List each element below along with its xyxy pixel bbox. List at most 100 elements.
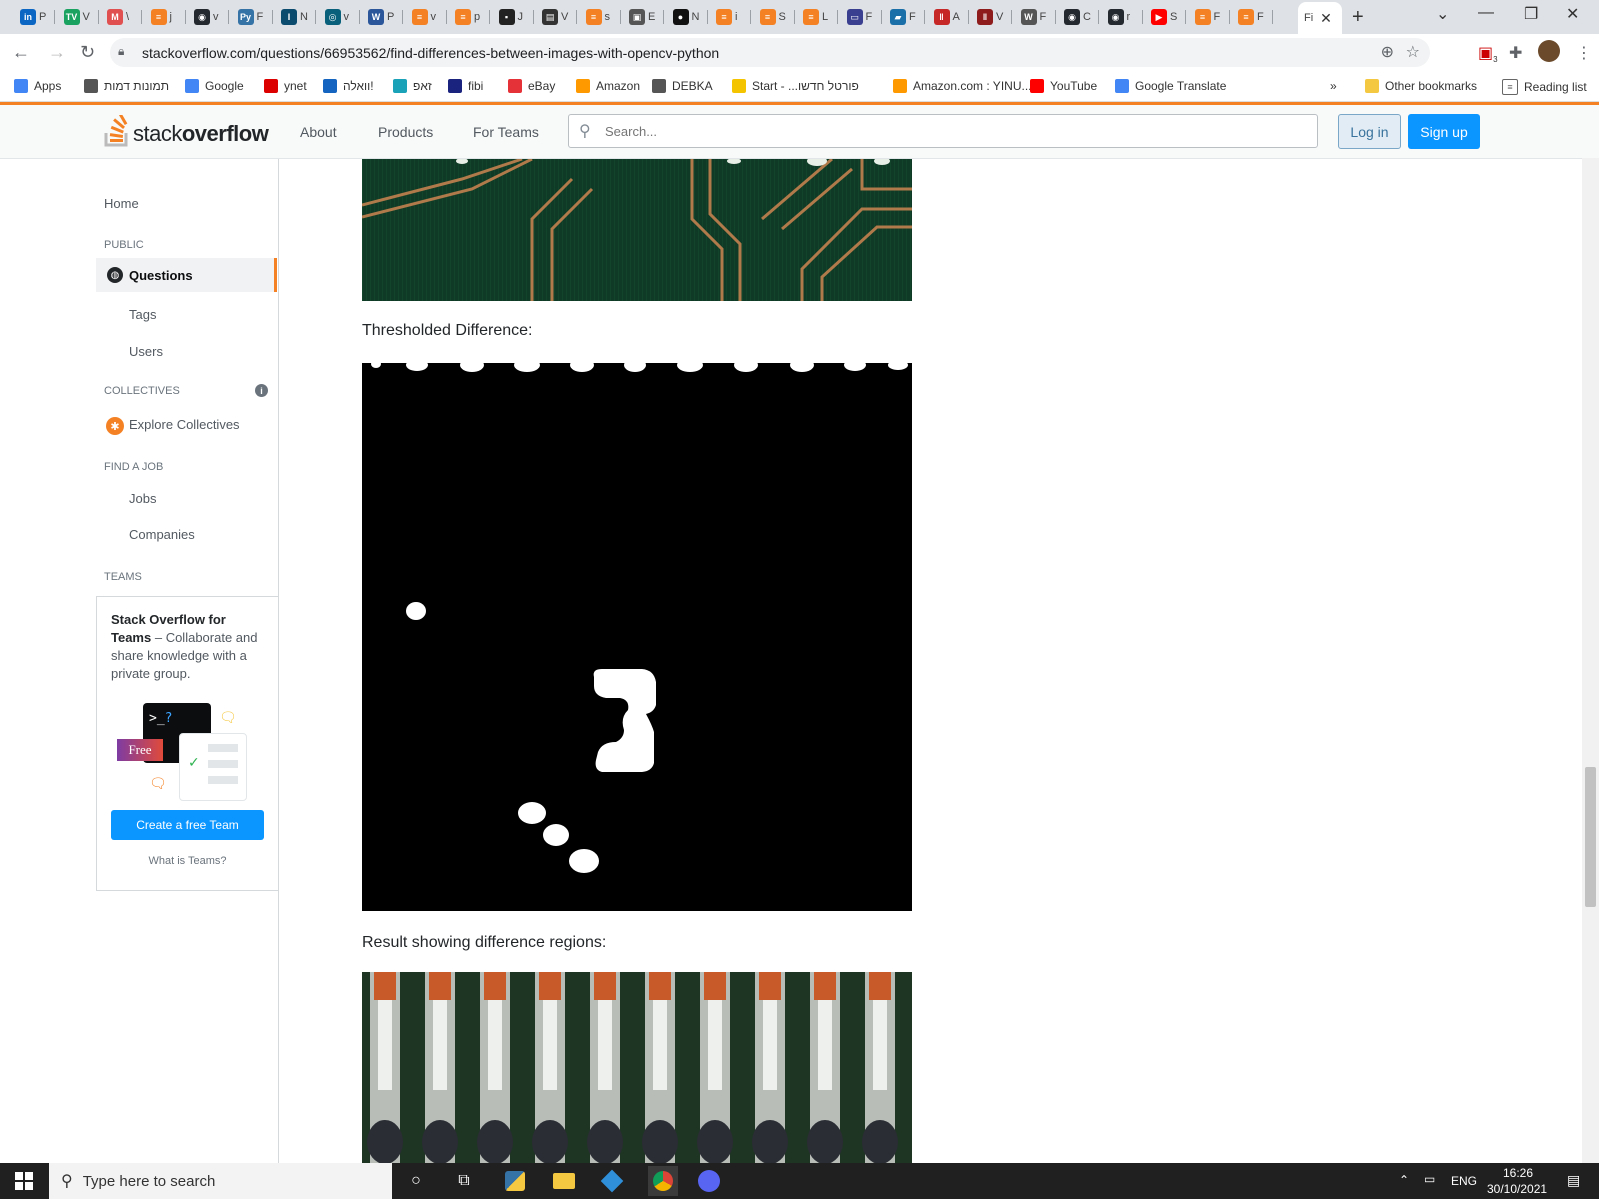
browser-tab[interactable]: M \ [101,4,142,30]
chrome-menu-icon[interactable]: ⋮ [1576,43,1592,63]
sidebar-item-users[interactable]: Users [129,344,163,359]
browser-tab[interactable]: in P [14,4,55,30]
bookmark-star-icon[interactable]: ☆ [1406,42,1420,62]
browser-tab[interactable]: ≡ j [145,4,186,30]
taskbar-search-box[interactable]: ⚲ Type here to search [49,1163,392,1199]
so-search-input[interactable] [603,123,1287,140]
bookmark-item[interactable]: ynet [264,79,307,93]
browser-tab[interactable]: ≡ F [1189,4,1230,30]
window-close-icon[interactable]: ✕ [1566,4,1579,24]
sidebar-item-tags[interactable]: Tags [129,307,156,322]
bookmark-item[interactable]: Start - ...פורטל חדשו [732,79,859,93]
browser-tab[interactable]: ≡ S [754,4,795,30]
browser-tab[interactable]: ‖ A [928,4,969,30]
browser-tab[interactable]: ● N [667,4,708,30]
extension-shield-icon[interactable]: ▣3 [1478,43,1498,64]
browser-tab[interactable]: ≡ p [449,4,490,30]
bookmark-item[interactable]: Amazon.com : YINU... [893,79,1031,93]
app-diamond-icon[interactable] [600,1169,624,1193]
windows-start-icon[interactable] [12,1169,36,1193]
bookmark-item[interactable]: YouTube [1030,79,1097,93]
sidebar-item-home[interactable]: Home [104,196,139,211]
so-logo[interactable]: stackoverflow [104,115,269,147]
cortana-icon[interactable]: ○ [404,1169,428,1193]
other-bookmarks[interactable]: Other bookmarks [1365,79,1477,93]
what-is-teams-link[interactable]: What is Teams? [97,855,278,867]
nav-about[interactable]: About [300,124,337,140]
restore-icon[interactable]: ❐ [1524,4,1538,24]
bookmark-item[interactable]: Google Translate [1115,79,1226,93]
browser-tab[interactable]: ▪ J [493,4,534,30]
task-view-icon[interactable]: ⧉ [452,1169,476,1193]
sidebar-item-companies[interactable]: Companies [129,527,195,542]
new-tab-icon[interactable]: + [1352,6,1364,29]
bookmark-item[interactable]: Apps [14,79,61,93]
back-icon[interactable]: ← [12,42,30,63]
browser-tab[interactable]: ≡ F [1232,4,1273,30]
notifications-icon[interactable]: ▤ [1567,1172,1580,1189]
clock-time[interactable]: 16:26 [1503,1166,1533,1180]
browser-tab[interactable]: ≡ s [580,4,621,30]
address-bar[interactable]: 🔒︎ stackoverflow.com/questions/66953562/… [110,38,1430,67]
zoom-icon[interactable]: ⊕ [1381,42,1394,62]
browser-tab[interactable]: ◉ r [1102,4,1143,30]
browser-tab[interactable]: ▣ E [623,4,664,30]
bookmark-item[interactable]: fibi [448,79,483,93]
tab-search-icon[interactable]: ⌄ [1436,4,1449,24]
browser-tab[interactable]: ≡ v [406,4,447,30]
bookmark-item[interactable]: זאפ [393,79,432,93]
bookmark-item[interactable]: Google [185,79,244,93]
minimize-icon[interactable]: — [1478,4,1494,22]
browser-tab[interactable]: ◉ v [188,4,229,30]
browser-tab[interactable]: ▰ F [884,4,925,30]
browser-tab[interactable]: ▶ S [1145,4,1186,30]
file-explorer-icon[interactable] [552,1169,576,1193]
browser-tab[interactable]: ▤ V [536,4,577,30]
bookmark-item[interactable]: תמונות דמות [84,79,169,93]
tray-chevron-icon[interactable]: ⌃ [1399,1173,1409,1187]
extensions-puzzle-icon[interactable]: ✚ [1509,43,1522,63]
chrome-taskbar-icon[interactable] [648,1166,678,1196]
login-button[interactable]: Log in [1338,114,1401,149]
bookmark-item[interactable]: eBay [508,79,555,93]
so-search-box[interactable]: ⚲ [568,114,1318,148]
create-team-button[interactable]: Create a free Team [111,810,264,840]
reload-icon[interactable]: ↻ [80,42,95,63]
active-tab[interactable]: Fi ✕ [1298,2,1342,34]
close-tab-icon[interactable]: ✕ [1320,10,1332,27]
bookmark-item[interactable]: DEBKA [652,79,713,93]
browser-tab[interactable]: ≡ i [710,4,751,30]
python-app-icon[interactable] [503,1169,527,1193]
bookmarks-overflow[interactable]: » [1330,79,1337,93]
info-icon[interactable]: i [255,384,268,397]
sidebar-item-jobs[interactable]: Jobs [129,491,156,506]
browser-tab[interactable]: IN [275,4,316,30]
bookmark-label: fibi [468,79,484,93]
profile-avatar[interactable] [1538,40,1560,62]
sidebar-item-explore-collectives[interactable]: Explore Collectives [129,417,240,432]
page-scrollbar[interactable] [1582,158,1599,1163]
language-indicator[interactable]: ENG [1451,1174,1477,1188]
discord-icon[interactable] [697,1169,721,1193]
nav-for-teams[interactable]: For Teams [473,124,539,140]
sidebar-item-questions[interactable]: ◍ Questions [96,258,277,292]
browser-tab[interactable]: ‖ V [971,4,1012,30]
clock-date[interactable]: 30/10/2021 [1487,1182,1547,1196]
nav-products[interactable]: Products [378,124,433,140]
browser-tab[interactable]: TV V [58,4,99,30]
browser-tab[interactable]: ≡ L [797,4,838,30]
pad-contact [539,972,561,1000]
browser-tab[interactable]: WF [1015,4,1056,30]
browser-tab[interactable]: ◎ v [319,4,360,30]
reading-list[interactable]: ≡ Reading list [1502,79,1587,95]
browser-tab[interactable]: ▭ F [841,4,882,30]
signup-button[interactable]: Sign up [1408,114,1480,149]
bookmark-item[interactable]: Amazon [576,79,640,93]
browser-tab[interactable]: ◉ C [1058,4,1099,30]
browser-tab[interactable]: Py F [232,4,273,30]
bookmark-item[interactable]: וואלה! [323,79,374,93]
page-scrollbar-thumb[interactable] [1585,767,1596,907]
browser-tab[interactable]: WP [362,4,403,30]
forward-icon[interactable]: → [48,42,66,63]
network-icon[interactable]: ▭ [1424,1172,1435,1186]
